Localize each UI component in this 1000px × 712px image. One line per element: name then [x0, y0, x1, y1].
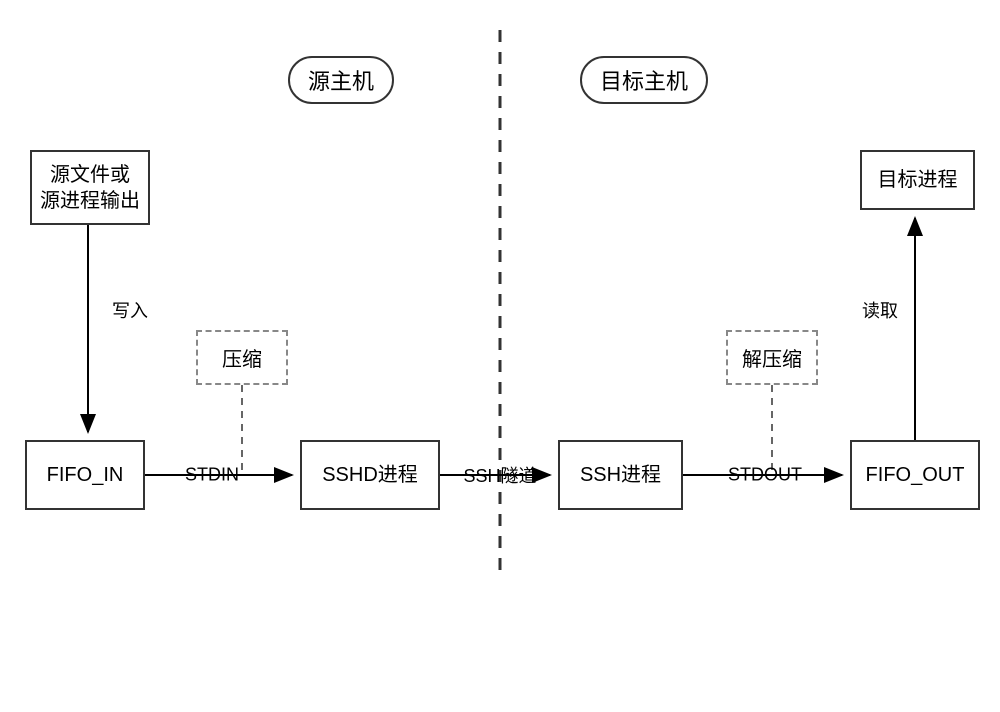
- edge-read-label: 读取: [862, 297, 898, 323]
- diagram-canvas: 源主机 目标主机 源文件或 源进程输出 目标进程 压缩 解压缩 FIFO_IN …: [0, 0, 1000, 712]
- edge-tunnel-label: SSH隧道: [463, 462, 536, 488]
- edges-svg: [0, 0, 1000, 712]
- edge-stdout-label: STDOUT: [728, 465, 802, 486]
- edge-write-label: 写入: [112, 297, 148, 323]
- edge-stdin-label: STDIN: [185, 465, 239, 486]
